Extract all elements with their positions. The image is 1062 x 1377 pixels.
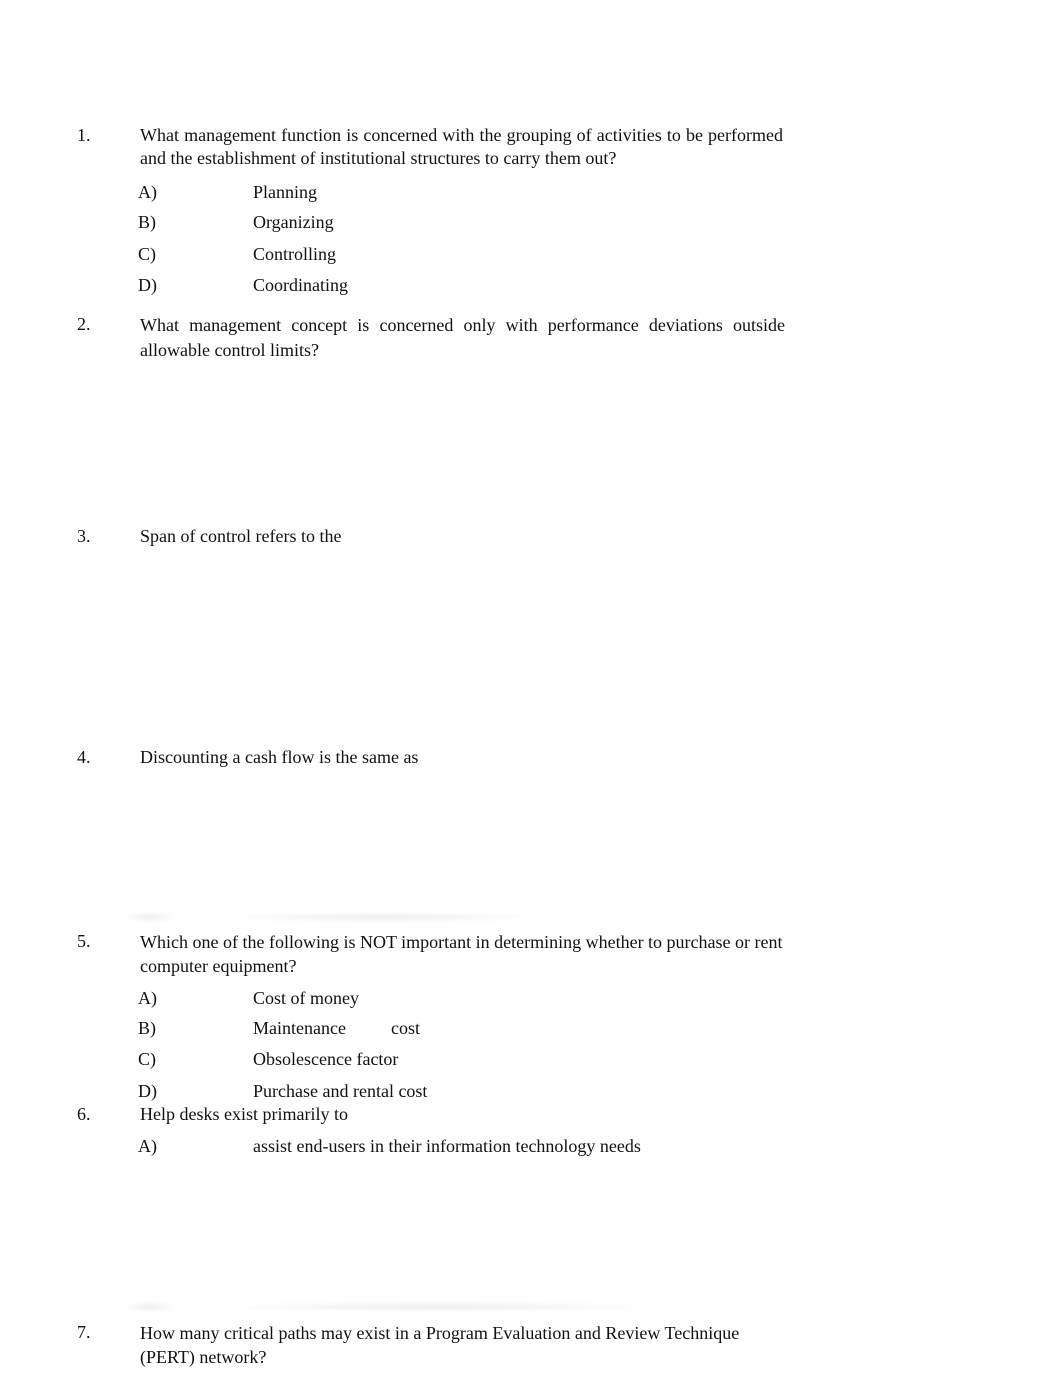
option-text: Cost of money bbox=[253, 988, 359, 1008]
question-text: What management function is concerned wi… bbox=[140, 125, 783, 168]
option-letter: D) bbox=[138, 275, 157, 295]
option-text: Maintenance cost bbox=[253, 1018, 420, 1038]
option-text: assist end-users in their information te… bbox=[253, 1136, 641, 1156]
option-letter: A) bbox=[138, 988, 157, 1008]
option-text: Purchase and rental cost bbox=[253, 1081, 428, 1101]
option-text: Obsolescence factor bbox=[253, 1049, 399, 1069]
option-letter: B) bbox=[138, 1018, 156, 1038]
question-text: Which one of the following is NOT import… bbox=[140, 932, 783, 976]
option-letter: A) bbox=[138, 1136, 157, 1156]
option-text: Planning bbox=[253, 182, 318, 202]
option-text: Organizing bbox=[253, 212, 334, 232]
question-number: 2. bbox=[77, 314, 91, 334]
option-letter: C) bbox=[138, 244, 156, 264]
question-number: 1. bbox=[77, 125, 91, 145]
question-text: Help desks exist primarily to bbox=[140, 1104, 348, 1124]
option-text: Controlling bbox=[253, 244, 337, 264]
option-letter: C) bbox=[138, 1049, 156, 1069]
smudge-mark bbox=[240, 1304, 635, 1310]
smudge-mark bbox=[240, 914, 525, 920]
question-number: 3. bbox=[77, 526, 91, 546]
option-letter: B) bbox=[138, 212, 156, 232]
question-text: Discounting a cash flow is the same as bbox=[140, 747, 419, 767]
smudge-mark bbox=[128, 1304, 173, 1310]
question-number: 4. bbox=[77, 747, 91, 767]
question-number: 7. bbox=[77, 1322, 91, 1342]
question-text: Span of control refers to the bbox=[140, 526, 342, 546]
question-number: 5. bbox=[77, 931, 91, 951]
option-letter: D) bbox=[138, 1081, 157, 1101]
option-letter: A) bbox=[138, 182, 157, 202]
question-text: What management concept is concerned onl… bbox=[140, 315, 785, 360]
option-text: Coordinating bbox=[253, 275, 348, 295]
question-text: How many critical paths may exist in a P… bbox=[140, 1323, 740, 1367]
question-number: 6. bbox=[77, 1104, 91, 1124]
smudge-mark bbox=[128, 914, 173, 920]
